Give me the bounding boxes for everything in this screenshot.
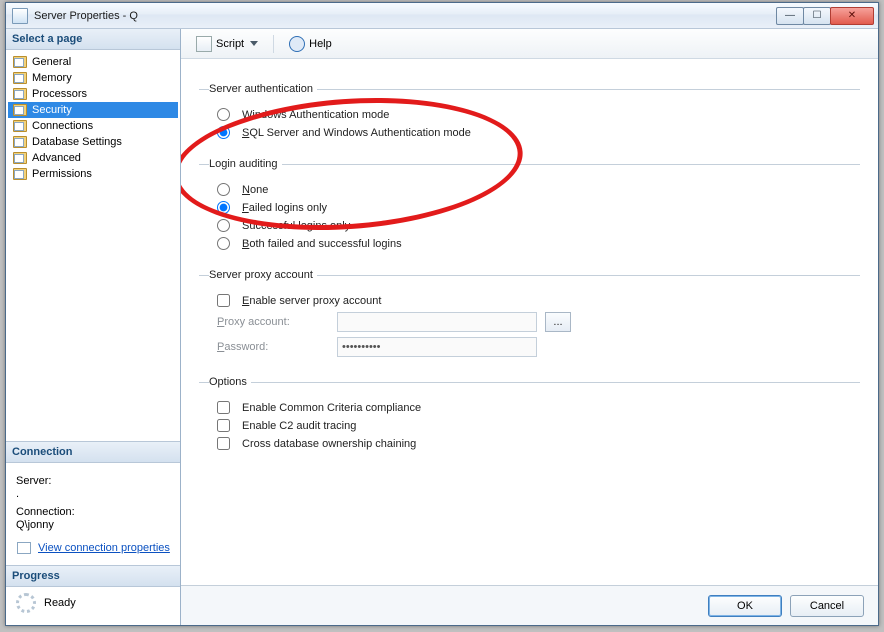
sidebar-item-general[interactable]: General — [8, 54, 178, 70]
sidebar-item-label: Connections — [32, 120, 93, 132]
page-icon — [12, 71, 28, 85]
progress-panel: Progress Ready — [6, 565, 180, 625]
page-icon — [12, 151, 28, 165]
proxy-password-label: Password: — [217, 341, 337, 353]
toolbar-separator — [273, 35, 274, 53]
close-button[interactable]: ✕ — [830, 7, 874, 25]
sidebar-item-permissions[interactable]: Permissions — [8, 166, 178, 182]
view-connection-properties-link[interactable]: View connection properties — [38, 542, 170, 554]
progress-header: Progress — [6, 566, 180, 587]
script-button[interactable]: Script — [189, 33, 265, 55]
common-criteria-label[interactable]: Enable Common Criteria compliance — [242, 402, 421, 414]
server-properties-window: Server Properties - Q — ☐ ✕ Select a pag… — [5, 2, 879, 626]
page-icon — [12, 119, 28, 133]
sidebar: Select a page General Memory Processors … — [6, 29, 181, 625]
sidebar-item-label: Advanced — [32, 152, 81, 164]
proxy-account-label: Proxy account: — [217, 316, 337, 328]
titlebar[interactable]: Server Properties - Q — ☐ ✕ — [6, 3, 878, 29]
sidebar-item-security[interactable]: Security — [8, 102, 178, 118]
page-icon — [12, 87, 28, 101]
chevron-down-icon — [250, 41, 258, 46]
windows-auth-radio[interactable] — [217, 108, 230, 121]
sidebar-item-memory[interactable]: Memory — [8, 70, 178, 86]
connection-label: Connection: — [16, 506, 170, 518]
proxy-account-browse-button[interactable]: ... — [545, 312, 571, 332]
common-criteria-checkbox[interactable] — [217, 401, 230, 414]
audit-both-radio[interactable] — [217, 237, 230, 250]
page-icon — [12, 103, 28, 117]
audit-failed-radio[interactable] — [217, 201, 230, 214]
connection-header: Connection — [6, 442, 180, 463]
server-authentication-group: Server authentication Windows Authentica… — [199, 83, 860, 144]
sidebar-item-advanced[interactable]: Advanced — [8, 150, 178, 166]
script-label: Script — [216, 38, 244, 50]
sidebar-item-label: Memory — [32, 72, 72, 84]
connection-properties-icon — [16, 541, 32, 555]
enable-proxy-label[interactable]: Enable server proxy account — [242, 295, 381, 307]
help-icon — [289, 36, 305, 52]
group-legend: Server authentication — [209, 83, 317, 95]
connection-value: Q\jonny — [16, 519, 170, 531]
page-icon — [12, 167, 28, 181]
progress-status: Ready — [44, 597, 76, 609]
sidebar-item-label: Processors — [32, 88, 87, 100]
c2-audit-checkbox[interactable] — [217, 419, 230, 432]
options-group: Options Enable Common Criteria complianc… — [199, 376, 860, 455]
server-value: . — [16, 488, 170, 500]
cancel-button[interactable]: Cancel — [790, 595, 864, 617]
ok-button[interactable]: OK — [708, 595, 782, 617]
login-auditing-group: Login auditing None Failed logins only S… — [199, 158, 860, 255]
sidebar-item-connections[interactable]: Connections — [8, 118, 178, 134]
help-label: Help — [309, 38, 332, 50]
help-button[interactable]: Help — [282, 33, 339, 55]
sql-and-windows-auth-label[interactable]: SQL Server and Windows Authentication mo… — [242, 127, 471, 139]
server-proxy-group: Server proxy account Enable server proxy… — [199, 269, 860, 362]
audit-both-label[interactable]: Both failed and successful logins — [242, 238, 402, 250]
proxy-account-input[interactable] — [337, 312, 537, 332]
sidebar-item-label: Permissions — [32, 168, 92, 180]
progress-spinner-icon — [16, 593, 36, 613]
sidebar-header: Select a page — [6, 29, 180, 50]
server-label: Server: — [16, 475, 170, 487]
windows-auth-label[interactable]: Windows Authentication mode — [242, 109, 389, 121]
sidebar-item-label: Security — [32, 104, 72, 116]
connection-panel: Connection Server: . Connection: Q\jonny… — [6, 441, 180, 565]
dialog-footer: OK Cancel — [181, 585, 878, 625]
proxy-password-input[interactable] — [337, 337, 537, 357]
page-list: General Memory Processors Security Conne… — [6, 50, 180, 186]
c2-audit-label[interactable]: Enable C2 audit tracing — [242, 420, 356, 432]
maximize-button[interactable]: ☐ — [803, 7, 831, 25]
group-legend: Login auditing — [209, 158, 282, 170]
window-title: Server Properties - Q — [34, 10, 138, 22]
audit-successful-radio[interactable] — [217, 219, 230, 232]
main-panel: Script Help Server authentication Window… — [181, 29, 878, 625]
page-icon — [12, 135, 28, 149]
window-buttons: — ☐ ✕ — [777, 7, 874, 25]
toolbar: Script Help — [181, 29, 878, 59]
sidebar-item-label: General — [32, 56, 71, 68]
cross-db-chaining-label[interactable]: Cross database ownership chaining — [242, 438, 416, 450]
audit-failed-label[interactable]: Failed logins only — [242, 202, 327, 214]
audit-none-label[interactable]: None — [242, 184, 268, 196]
page-icon — [12, 55, 28, 69]
sidebar-item-label: Database Settings — [32, 136, 122, 148]
audit-successful-label[interactable]: Successful logins only — [242, 220, 350, 232]
cross-db-chaining-checkbox[interactable] — [217, 437, 230, 450]
audit-none-radio[interactable] — [217, 183, 230, 196]
sidebar-item-database-settings[interactable]: Database Settings — [8, 134, 178, 150]
content-area: Server authentication Windows Authentica… — [181, 59, 878, 585]
script-icon — [196, 36, 212, 52]
minimize-button[interactable]: — — [776, 7, 804, 25]
group-legend: Server proxy account — [209, 269, 317, 281]
sidebar-item-processors[interactable]: Processors — [8, 86, 178, 102]
sql-and-windows-auth-radio[interactable] — [217, 126, 230, 139]
group-legend: Options — [209, 376, 251, 388]
enable-proxy-checkbox[interactable] — [217, 294, 230, 307]
app-icon — [12, 8, 28, 24]
